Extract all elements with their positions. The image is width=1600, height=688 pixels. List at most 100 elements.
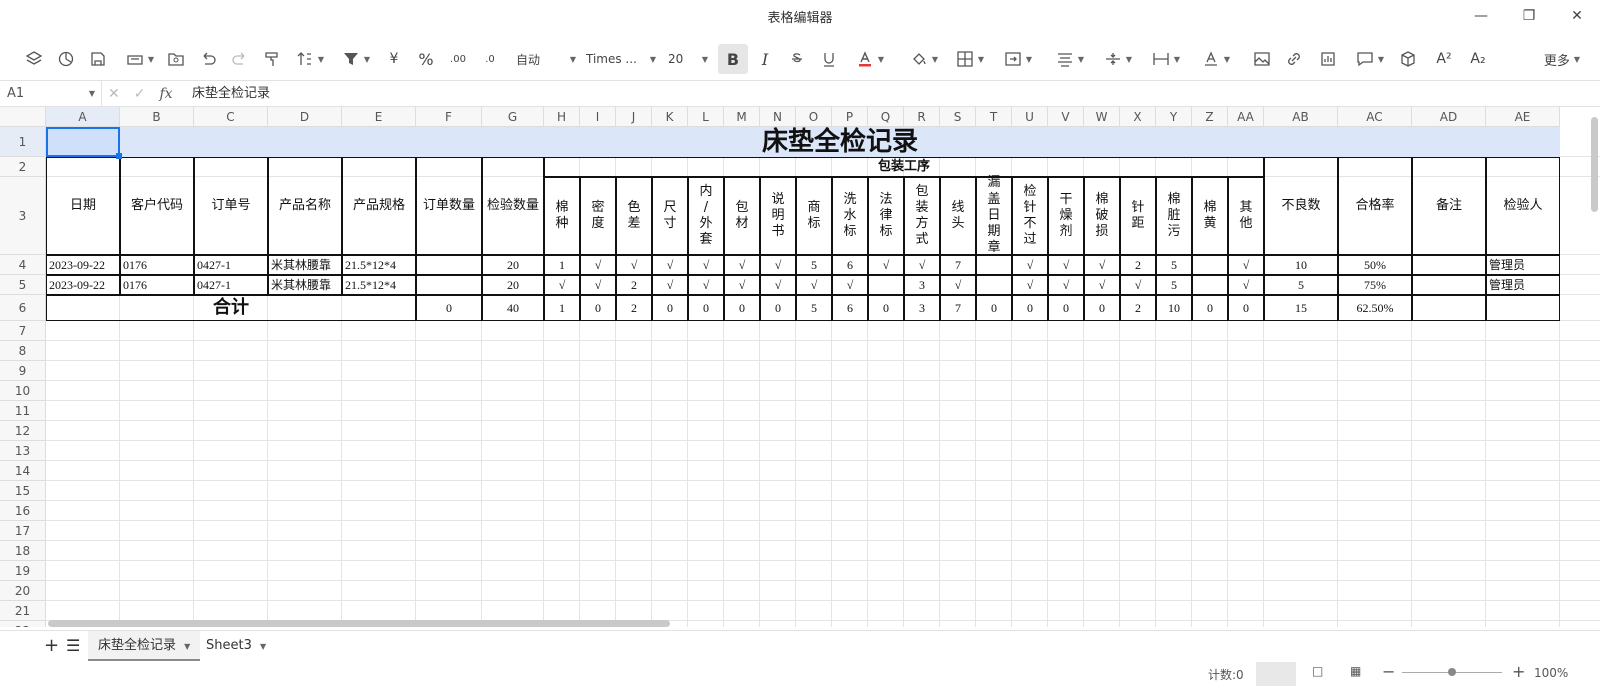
pass-rate-cell[interactable]: 75%	[1338, 275, 1412, 295]
row-header[interactable]: 9	[0, 361, 46, 381]
defects-cell[interactable]: 5	[1264, 275, 1338, 295]
row-header[interactable]: 22	[0, 621, 46, 627]
defects-cell[interactable]: 10	[1264, 255, 1338, 275]
order-cell[interactable]: 0427-1	[194, 255, 268, 275]
column-header[interactable]: K	[652, 107, 688, 127]
layers-icon[interactable]	[22, 44, 46, 74]
process-header[interactable]: 针距	[1120, 177, 1156, 255]
history-icon[interactable]	[54, 44, 78, 74]
process-cell[interactable]: √	[868, 255, 904, 275]
row-header[interactable]: 1	[0, 127, 46, 157]
column-header[interactable]: B	[120, 107, 194, 127]
process-cell[interactable]: √	[616, 255, 652, 275]
total-process-cell[interactable]: 0	[1228, 295, 1264, 321]
process-cell[interactable]: 5	[796, 255, 832, 275]
column-header[interactable]: E	[342, 107, 416, 127]
process-header[interactable]: 棉种	[544, 177, 580, 255]
total-process-cell[interactable]: 2	[616, 295, 652, 321]
row-header[interactable]: 12	[0, 421, 46, 441]
group-header[interactable]: 包装工序	[544, 157, 1264, 177]
process-cell[interactable]	[1192, 275, 1228, 295]
process-cell[interactable]: 7	[940, 255, 976, 275]
column-header[interactable]: J	[616, 107, 652, 127]
total-defects[interactable]: 15	[1264, 295, 1338, 321]
italic-button[interactable]: I	[752, 44, 778, 74]
process-header[interactable]: 其他	[1228, 177, 1264, 255]
inspector-cell[interactable]: 管理员	[1486, 275, 1560, 295]
total-process-cell[interactable]: 0	[760, 295, 796, 321]
date-cell[interactable]: 2023-09-22	[46, 255, 120, 275]
product-cell[interactable]: 米其林腰靠	[268, 255, 342, 275]
process-cell[interactable]: √	[1228, 275, 1264, 295]
process-cell[interactable]	[1192, 255, 1228, 275]
sort-icon[interactable]: ▼	[290, 44, 330, 74]
total-label[interactable]: 合计	[46, 295, 416, 321]
cube-icon[interactable]	[1396, 44, 1420, 74]
row-header[interactable]: 10	[0, 381, 46, 401]
column-header[interactable]: AC	[1338, 107, 1412, 127]
row-header[interactable]: 15	[0, 481, 46, 501]
process-header[interactable]: 检针不过	[1012, 177, 1048, 255]
row-header[interactable]: 19	[0, 561, 46, 581]
header-cell[interactable]: 订单号	[194, 157, 268, 255]
process-cell[interactable]: √	[940, 275, 976, 295]
text-rotate-icon[interactable]: ▼	[1196, 44, 1236, 74]
header-cell[interactable]: 不良数	[1264, 157, 1338, 255]
column-header[interactable]: S	[940, 107, 976, 127]
header-cell[interactable]: 备注	[1412, 157, 1486, 255]
vertical-scrollbar[interactable]	[1588, 107, 1600, 617]
cancel-icon[interactable]: ✕	[108, 86, 120, 102]
save-icon[interactable]	[86, 44, 110, 74]
column-header[interactable]: I	[580, 107, 616, 127]
process-cell[interactable]: √	[1012, 275, 1048, 295]
font-color-icon[interactable]: ▼	[850, 44, 890, 74]
add-sheet-icon[interactable]: +	[40, 631, 63, 661]
process-cell[interactable]	[868, 275, 904, 295]
header-cell[interactable]: 产品名称	[268, 157, 342, 255]
redo-icon[interactable]	[228, 44, 252, 74]
product-cell[interactable]: 米其林腰靠	[268, 275, 342, 295]
process-cell[interactable]: √	[760, 255, 796, 275]
total-process-cell[interactable]: 0	[1084, 295, 1120, 321]
row-header[interactable]: 13	[0, 441, 46, 461]
row-header[interactable]: 21	[0, 601, 46, 621]
column-header[interactable]: W	[1084, 107, 1120, 127]
column-header[interactable]: V	[1048, 107, 1084, 127]
total-process-cell[interactable]: 0	[1048, 295, 1084, 321]
process-header[interactable]: 说明书	[760, 177, 796, 255]
process-cell[interactable]: √	[1048, 255, 1084, 275]
zoom-in-icon[interactable]: +	[1512, 662, 1525, 681]
column-header[interactable]: D	[268, 107, 342, 127]
chart-icon[interactable]	[1316, 44, 1340, 74]
order-cell[interactable]: 0427-1	[194, 275, 268, 295]
column-header[interactable]: L	[688, 107, 724, 127]
row-header[interactable]: 18	[0, 541, 46, 561]
total-process-cell[interactable]: 0	[724, 295, 760, 321]
column-header[interactable]: R	[904, 107, 940, 127]
function-icon[interactable]: fx	[159, 86, 172, 102]
customer-cell[interactable]: 0176	[120, 275, 194, 295]
sheet-tab-1[interactable]: 床垫全检记录 ▼	[88, 631, 201, 661]
inspector-cell[interactable]: 管理员	[1486, 255, 1560, 275]
date-cell[interactable]: 2023-09-22	[46, 275, 120, 295]
column-header[interactable]: Y	[1156, 107, 1192, 127]
font-size-select[interactable]: 20 ▼	[668, 44, 708, 74]
currency-button[interactable]: ¥	[382, 44, 406, 74]
row-header[interactable]: 7	[0, 321, 46, 341]
row-header[interactable]: 3	[0, 177, 46, 255]
process-header[interactable]: 包材	[724, 177, 760, 255]
column-header[interactable]: C	[194, 107, 268, 127]
total-process-cell[interactable]: 6	[832, 295, 868, 321]
process-cell[interactable]: √	[652, 255, 688, 275]
decrease-decimal-button[interactable]: .0	[478, 44, 502, 74]
horizontal-scrollbar[interactable]	[46, 619, 1596, 627]
vertical-scroll-thumb[interactable]	[1591, 117, 1598, 212]
process-cell[interactable]: √	[1084, 275, 1120, 295]
row-header[interactable]: 14	[0, 461, 46, 481]
total-process-cell[interactable]: 10	[1156, 295, 1192, 321]
process-cell[interactable]: √	[724, 255, 760, 275]
process-cell[interactable]: √	[760, 275, 796, 295]
insert-image-icon[interactable]	[1250, 44, 1274, 74]
comment-icon[interactable]: ▼	[1350, 44, 1390, 74]
vertical-align-icon[interactable]: ▼	[1098, 44, 1138, 74]
